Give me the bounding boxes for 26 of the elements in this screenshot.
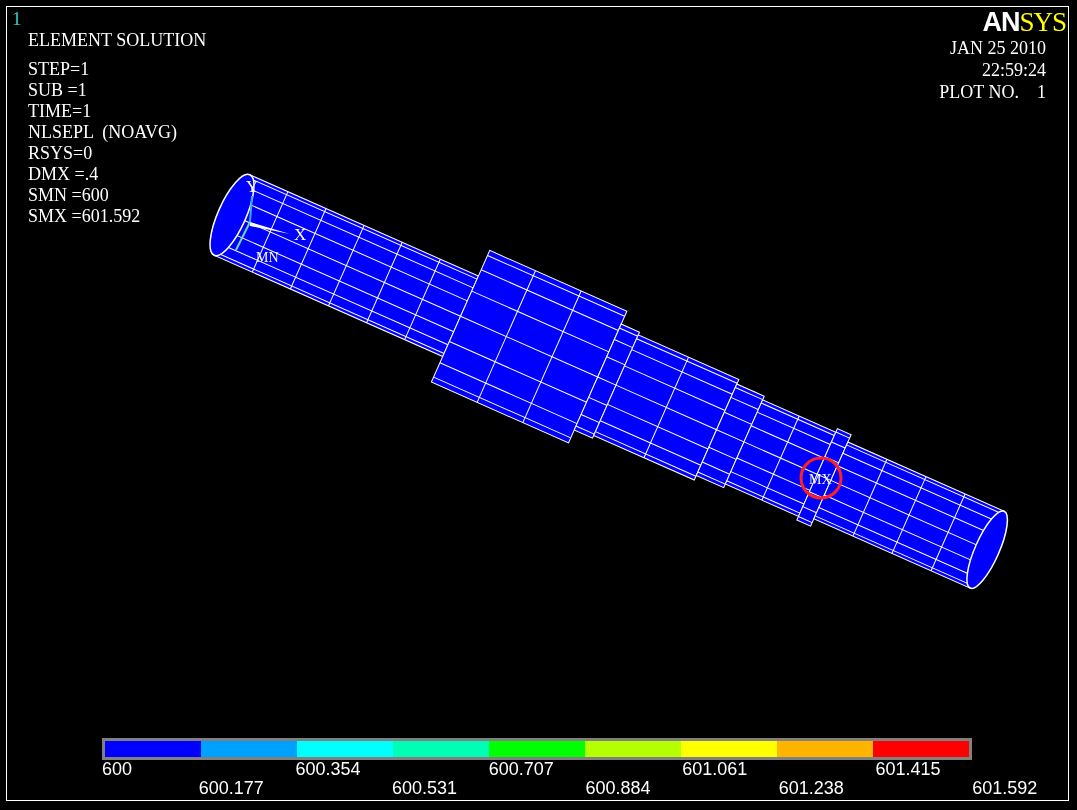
legend-value: 600.707 [488,760,555,779]
solution-info-line: SMX =601.592 [28,206,142,227]
axis-triad-icon [235,195,290,251]
plot-title: ELEMENT SOLUTION [28,29,207,51]
legend-value: 600.354 [295,760,362,779]
ansys-logo: ANSYS [982,7,1066,37]
solution-info-line: DMX =.4 [28,164,100,185]
legend-value: 600.531 [392,779,459,798]
legend-value: 601.592 [972,779,1039,798]
solution-info-line: STEP=1 [28,59,91,80]
window-number: 1 [12,9,23,29]
solution-info-line: SUB =1 [28,80,88,101]
legend-value: 600.177 [198,779,265,798]
legend-value: 600.884 [585,779,652,798]
legend-value: 600 [102,760,134,779]
legend-value: 601.415 [875,760,942,779]
plot-stamp-line: PLOT NO. 1 [939,81,1046,103]
legend-value: 601.238 [778,779,845,798]
plot-stamp-line: 22:59:24 [982,59,1046,81]
solution-info-line: SMN =600 [28,185,110,206]
legend-value: 601.061 [682,760,749,779]
axis-label: X [294,225,307,244]
solution-info-line: TIME=1 [28,101,93,122]
solution-info-line: RSYS=0 [28,143,94,164]
solution-info-line: NLSEPL (NOAVG) [28,122,178,143]
plot-stamp-line: JAN 25 2010 [950,37,1046,59]
